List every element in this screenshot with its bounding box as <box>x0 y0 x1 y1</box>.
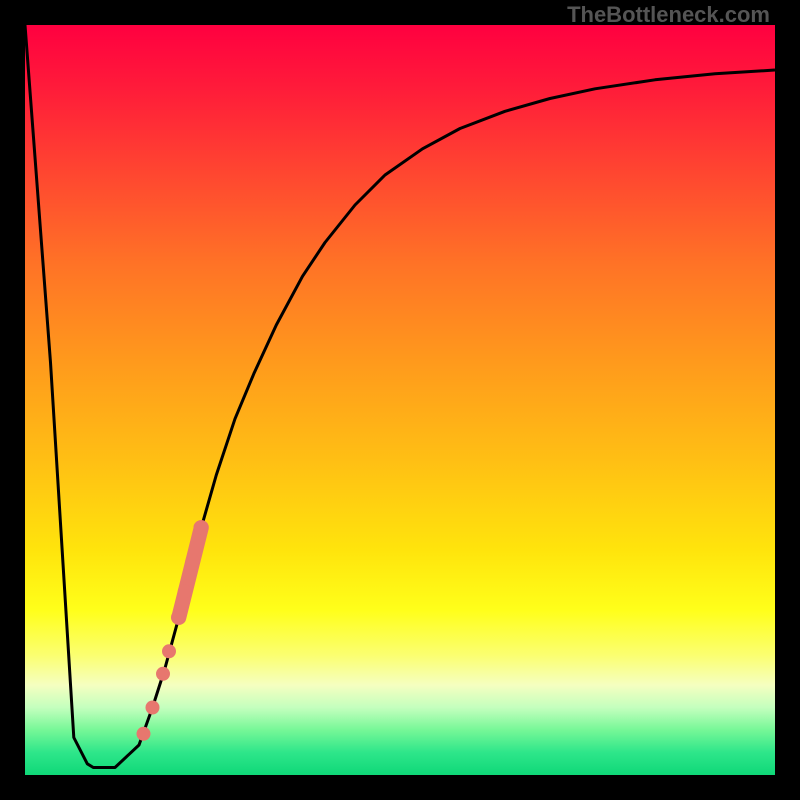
plot-area <box>25 25 775 775</box>
chart-frame: TheBottleneck.com <box>0 0 800 800</box>
gpu-overlay-dot <box>156 667 170 681</box>
gpu-overlay-segment <box>179 528 202 618</box>
curve-layer <box>25 25 775 775</box>
bottleneck-curve <box>25 25 775 768</box>
gpu-overlay-dot <box>162 644 176 658</box>
gpu-overlay-dot <box>171 611 185 625</box>
gpu-overlay-dot <box>194 521 208 535</box>
gpu-overlay-dot <box>137 727 151 741</box>
gpu-overlay-dot <box>146 701 160 715</box>
gpu-overlay-dot <box>185 554 199 568</box>
gpu-overlay-dot <box>178 584 192 598</box>
